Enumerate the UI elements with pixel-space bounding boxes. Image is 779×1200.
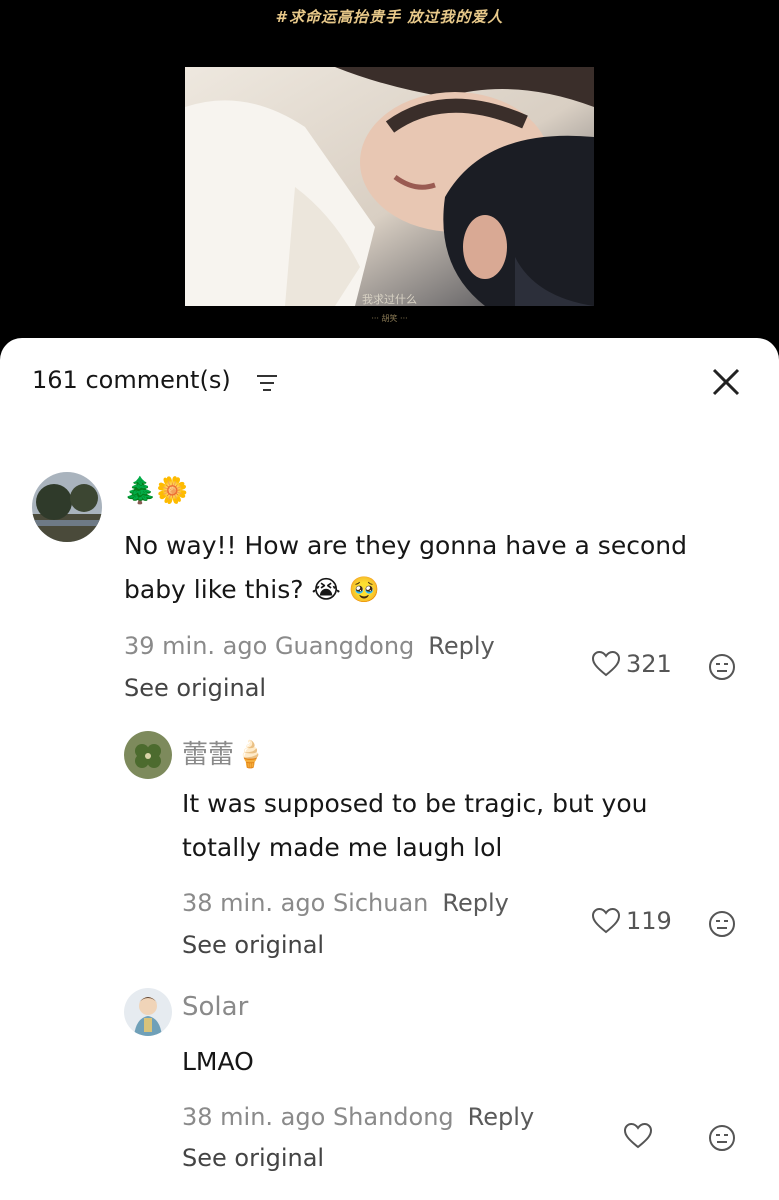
video-subtitle: 我求过什么: [362, 293, 417, 306]
like-button[interactable]: [624, 1123, 658, 1149]
see-original-link[interactable]: See original: [182, 1144, 324, 1172]
comment-username[interactable]: Solar: [182, 992, 248, 1022]
comment-time-location: 38 min. ago Shandong: [182, 1103, 454, 1131]
video-still-image: [185, 67, 594, 306]
comment-username[interactable]: 蕾蕾🍦: [182, 734, 266, 771]
like-count: 321: [626, 650, 672, 678]
heart-icon: [592, 908, 620, 934]
like-button[interactable]: 321: [592, 650, 672, 678]
see-original-link[interactable]: See original: [124, 674, 266, 702]
reply-button[interactable]: Reply: [442, 889, 508, 917]
comment-meta: 39 min. ago Guangdong Reply: [124, 632, 495, 660]
comment-item: 🌲🌼 No way!! How are they gonna have a se…: [0, 338, 779, 718]
meh-face-icon[interactable]: [708, 1124, 736, 1152]
heart-icon: [592, 651, 620, 677]
comment-time-location: 39 min. ago Guangdong: [124, 632, 415, 660]
comment-text: LMAO: [182, 1047, 254, 1076]
like-count: 119: [626, 907, 672, 935]
meh-face-icon[interactable]: [708, 653, 736, 681]
video-frame[interactable]: [185, 67, 594, 306]
meh-face-icon[interactable]: [708, 910, 736, 938]
avatar[interactable]: [32, 472, 102, 542]
video-caption: #求命运高抬贵手 放过我的爱人: [275, 8, 504, 26]
comment-text: No way!! How are they gonna have a secon…: [124, 531, 687, 604]
like-button[interactable]: 119: [592, 907, 672, 935]
avatar[interactable]: [124, 988, 172, 1036]
comment-time-location: 38 min. ago Sichuan: [182, 889, 429, 917]
video-watermark: ··· 胡笑 ···: [371, 314, 408, 323]
heart-icon: [624, 1123, 652, 1149]
reply-button[interactable]: Reply: [468, 1103, 534, 1131]
comment-username[interactable]: 🌲🌼: [124, 476, 189, 506]
avatar[interactable]: [124, 731, 172, 779]
comments-sheet: 161 comment(s) 🌲🌼 No way!! How are they …: [0, 338, 779, 1200]
comment-meta: 38 min. ago Sichuan Reply: [182, 889, 509, 917]
video-player[interactable]: #求命运高抬贵手 放过我的爱人 我求过什么 ··· 胡笑 ···: [0, 0, 779, 345]
see-original-link[interactable]: See original: [182, 931, 324, 959]
reply-button[interactable]: Reply: [428, 632, 494, 660]
comment-text: It was supposed to be tragic, but you to…: [182, 789, 648, 862]
comment-meta: 38 min. ago Shandong Reply: [182, 1103, 534, 1131]
